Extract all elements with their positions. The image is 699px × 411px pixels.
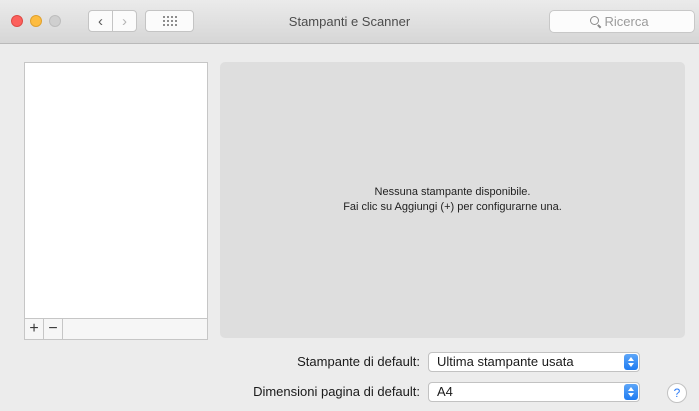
back-button[interactable]: ‹ [89,11,113,31]
default-paper-label: Dimensioni pagina di default: [253,384,420,399]
printer-list: + − [24,62,208,340]
search-input[interactable] [604,14,655,29]
preferences-window: ‹ › Stampanti e Scanner + − Nessuna sta [0,0,699,411]
navigation-buttons: ‹ › [88,10,137,32]
default-printer-value: Ultima stampante usata [437,354,574,369]
printer-list-footer: + − [25,318,207,339]
default-paper-popup[interactable]: A4 [428,382,640,402]
default-printer-label: Stampante di default: [297,354,420,369]
popup-arrows-icon [624,354,638,370]
add-printer-hint: Fai clic su Aggiungi (+) per configurarn… [343,201,562,213]
printer-detail-pane: Nessuna stampante disponibile. Fai clic … [220,62,685,338]
chevron-right-icon: › [122,12,127,30]
zoom-window-button[interactable] [49,15,61,27]
title-bar: ‹ › Stampanti e Scanner [0,0,699,44]
remove-printer-button[interactable]: − [44,319,63,339]
show-all-button[interactable] [145,10,194,32]
search-field[interactable] [549,10,695,33]
minimize-window-button[interactable] [30,15,42,27]
close-window-button[interactable] [11,15,23,27]
printer-list-area[interactable] [25,63,207,319]
grid-icon [162,16,177,26]
help-button[interactable]: ? [667,383,687,403]
forward-button[interactable]: › [113,11,136,31]
search-icon [589,16,601,27]
default-printer-popup[interactable]: Ultima stampante usata [428,352,640,372]
add-printer-button[interactable]: + [25,319,44,339]
default-printer-row: Stampante di default: Ultima stampante u… [0,352,699,372]
chevron-left-icon: ‹ [98,12,103,30]
default-paper-value: A4 [437,384,453,399]
default-paper-row: Dimensioni pagina di default: A4 [0,382,699,402]
popup-arrows-icon [624,384,638,400]
no-printers-message: Nessuna stampante disponibile. [374,186,531,198]
